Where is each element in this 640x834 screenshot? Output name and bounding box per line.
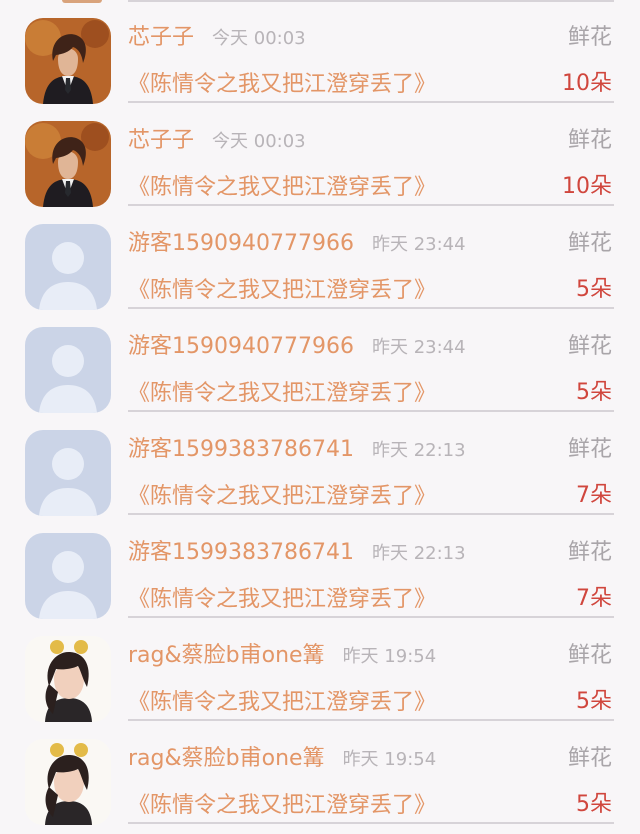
user-name-line: 游客1599383786741 昨天 22:13 bbox=[128, 537, 466, 570]
timestamp: 昨天 19:54 bbox=[342, 646, 437, 667]
user-name-line: rag&蔡脸b甫one篝 昨天 19:54 bbox=[128, 640, 436, 673]
user-name: 游客1599383786741 bbox=[128, 540, 354, 565]
user-name: 游客1590940777966 bbox=[128, 231, 354, 256]
flower-count: 5朵 bbox=[576, 689, 612, 714]
list-item[interactable]: 芯子子 今天 00:03 鲜花 《陈情令之我又把江澄穿丢了》 10朵 bbox=[0, 103, 640, 207]
timestamp: 昨天 22:13 bbox=[371, 440, 466, 461]
user-name: 游客1590940777966 bbox=[128, 334, 354, 359]
flower-count: 7朵 bbox=[576, 483, 612, 508]
flower-count: 5朵 bbox=[576, 792, 612, 817]
timestamp: 昨天 19:54 bbox=[342, 749, 437, 770]
timestamp: 昨天 23:44 bbox=[371, 337, 466, 358]
gift-type: 鲜花 bbox=[567, 231, 612, 256]
user-name-line: 游客1590940777966 昨天 23:44 bbox=[128, 331, 466, 364]
timestamp: 今天 00:03 bbox=[212, 131, 306, 152]
timestamp: 今天 00:03 bbox=[212, 28, 306, 49]
gift-type: 鲜花 bbox=[567, 746, 612, 771]
user-name: 芯子子 bbox=[128, 25, 195, 50]
anime-man-avatar[interactable] bbox=[25, 18, 111, 104]
divider bbox=[128, 822, 614, 824]
timestamp: 昨天 22:13 bbox=[371, 543, 466, 564]
flower-count: 5朵 bbox=[576, 277, 612, 302]
flower-count: 10朵 bbox=[562, 71, 612, 96]
book-title: 《陈情令之我又把江澄穿丢了》 bbox=[128, 587, 437, 612]
list-item[interactable]: rag&蔡脸b甫one篝 昨天 19:54 鲜花 《陈情令之我又把江澄穿丢了》 5… bbox=[0, 721, 640, 825]
user-name-line: 芯子子 今天 00:03 bbox=[128, 22, 306, 55]
book-title: 《陈情令之我又把江澄穿丢了》 bbox=[128, 484, 437, 509]
list-item[interactable]: 芯子子 今天 00:03 鲜花 《陈情令之我又把江澄穿丢了》 10朵 bbox=[0, 0, 640, 104]
girl-avatar[interactable] bbox=[25, 636, 111, 722]
list-item[interactable]: 游客1590940777966 昨天 23:44 鲜花 《陈情令之我又把江澄穿丢了… bbox=[0, 206, 640, 310]
book-title: 《陈情令之我又把江澄穿丢了》 bbox=[128, 175, 437, 200]
user-name: 芯子子 bbox=[128, 128, 195, 153]
gift-type: 鲜花 bbox=[567, 25, 612, 50]
book-title: 《陈情令之我又把江澄穿丢了》 bbox=[128, 72, 437, 97]
book-title: 《陈情令之我又把江澄穿丢了》 bbox=[128, 793, 437, 818]
flower-count: 7朵 bbox=[576, 586, 612, 611]
gift-type: 鲜花 bbox=[567, 334, 612, 359]
default-user-avatar[interactable] bbox=[25, 533, 111, 619]
default-user-avatar[interactable] bbox=[25, 430, 111, 516]
flower-count: 10朵 bbox=[562, 174, 612, 199]
timestamp: 昨天 23:44 bbox=[371, 234, 466, 255]
user-name: rag&蔡脸b甫one篝 bbox=[128, 643, 325, 668]
book-title: 《陈情令之我又把江澄穿丢了》 bbox=[128, 690, 437, 715]
user-name-line: rag&蔡脸b甫one篝 昨天 19:54 bbox=[128, 743, 436, 776]
list-item[interactable]: 游客1599383786741 昨天 22:13 鲜花 《陈情令之我又把江澄穿丢了… bbox=[0, 515, 640, 619]
gift-type: 鲜花 bbox=[567, 437, 612, 462]
user-name-line: 游客1599383786741 昨天 22:13 bbox=[128, 434, 466, 467]
girl-avatar[interactable] bbox=[25, 739, 111, 825]
book-title: 《陈情令之我又把江澄穿丢了》 bbox=[128, 381, 437, 406]
gift-type: 鲜花 bbox=[567, 540, 612, 565]
flower-count: 5朵 bbox=[576, 380, 612, 405]
anime-man-avatar[interactable] bbox=[25, 121, 111, 207]
user-name: rag&蔡脸b甫one篝 bbox=[128, 746, 325, 771]
user-name-line: 游客1590940777966 昨天 23:44 bbox=[128, 228, 466, 261]
user-name-line: 芯子子 今天 00:03 bbox=[128, 125, 306, 158]
list-item[interactable]: 游客1590940777966 昨天 23:44 鲜花 《陈情令之我又把江澄穿丢了… bbox=[0, 309, 640, 413]
default-user-avatar[interactable] bbox=[25, 224, 111, 310]
book-title: 《陈情令之我又把江澄穿丢了》 bbox=[128, 278, 437, 303]
gift-type: 鲜花 bbox=[567, 128, 612, 153]
list-item[interactable]: rag&蔡脸b甫one篝 昨天 19:54 鲜花 《陈情令之我又把江澄穿丢了》 5… bbox=[0, 618, 640, 722]
gift-type: 鲜花 bbox=[567, 643, 612, 668]
default-user-avatar[interactable] bbox=[25, 327, 111, 413]
list-item[interactable]: 游客1599383786741 昨天 22:13 鲜花 《陈情令之我又把江澄穿丢了… bbox=[0, 412, 640, 516]
user-name: 游客1599383786741 bbox=[128, 437, 354, 462]
